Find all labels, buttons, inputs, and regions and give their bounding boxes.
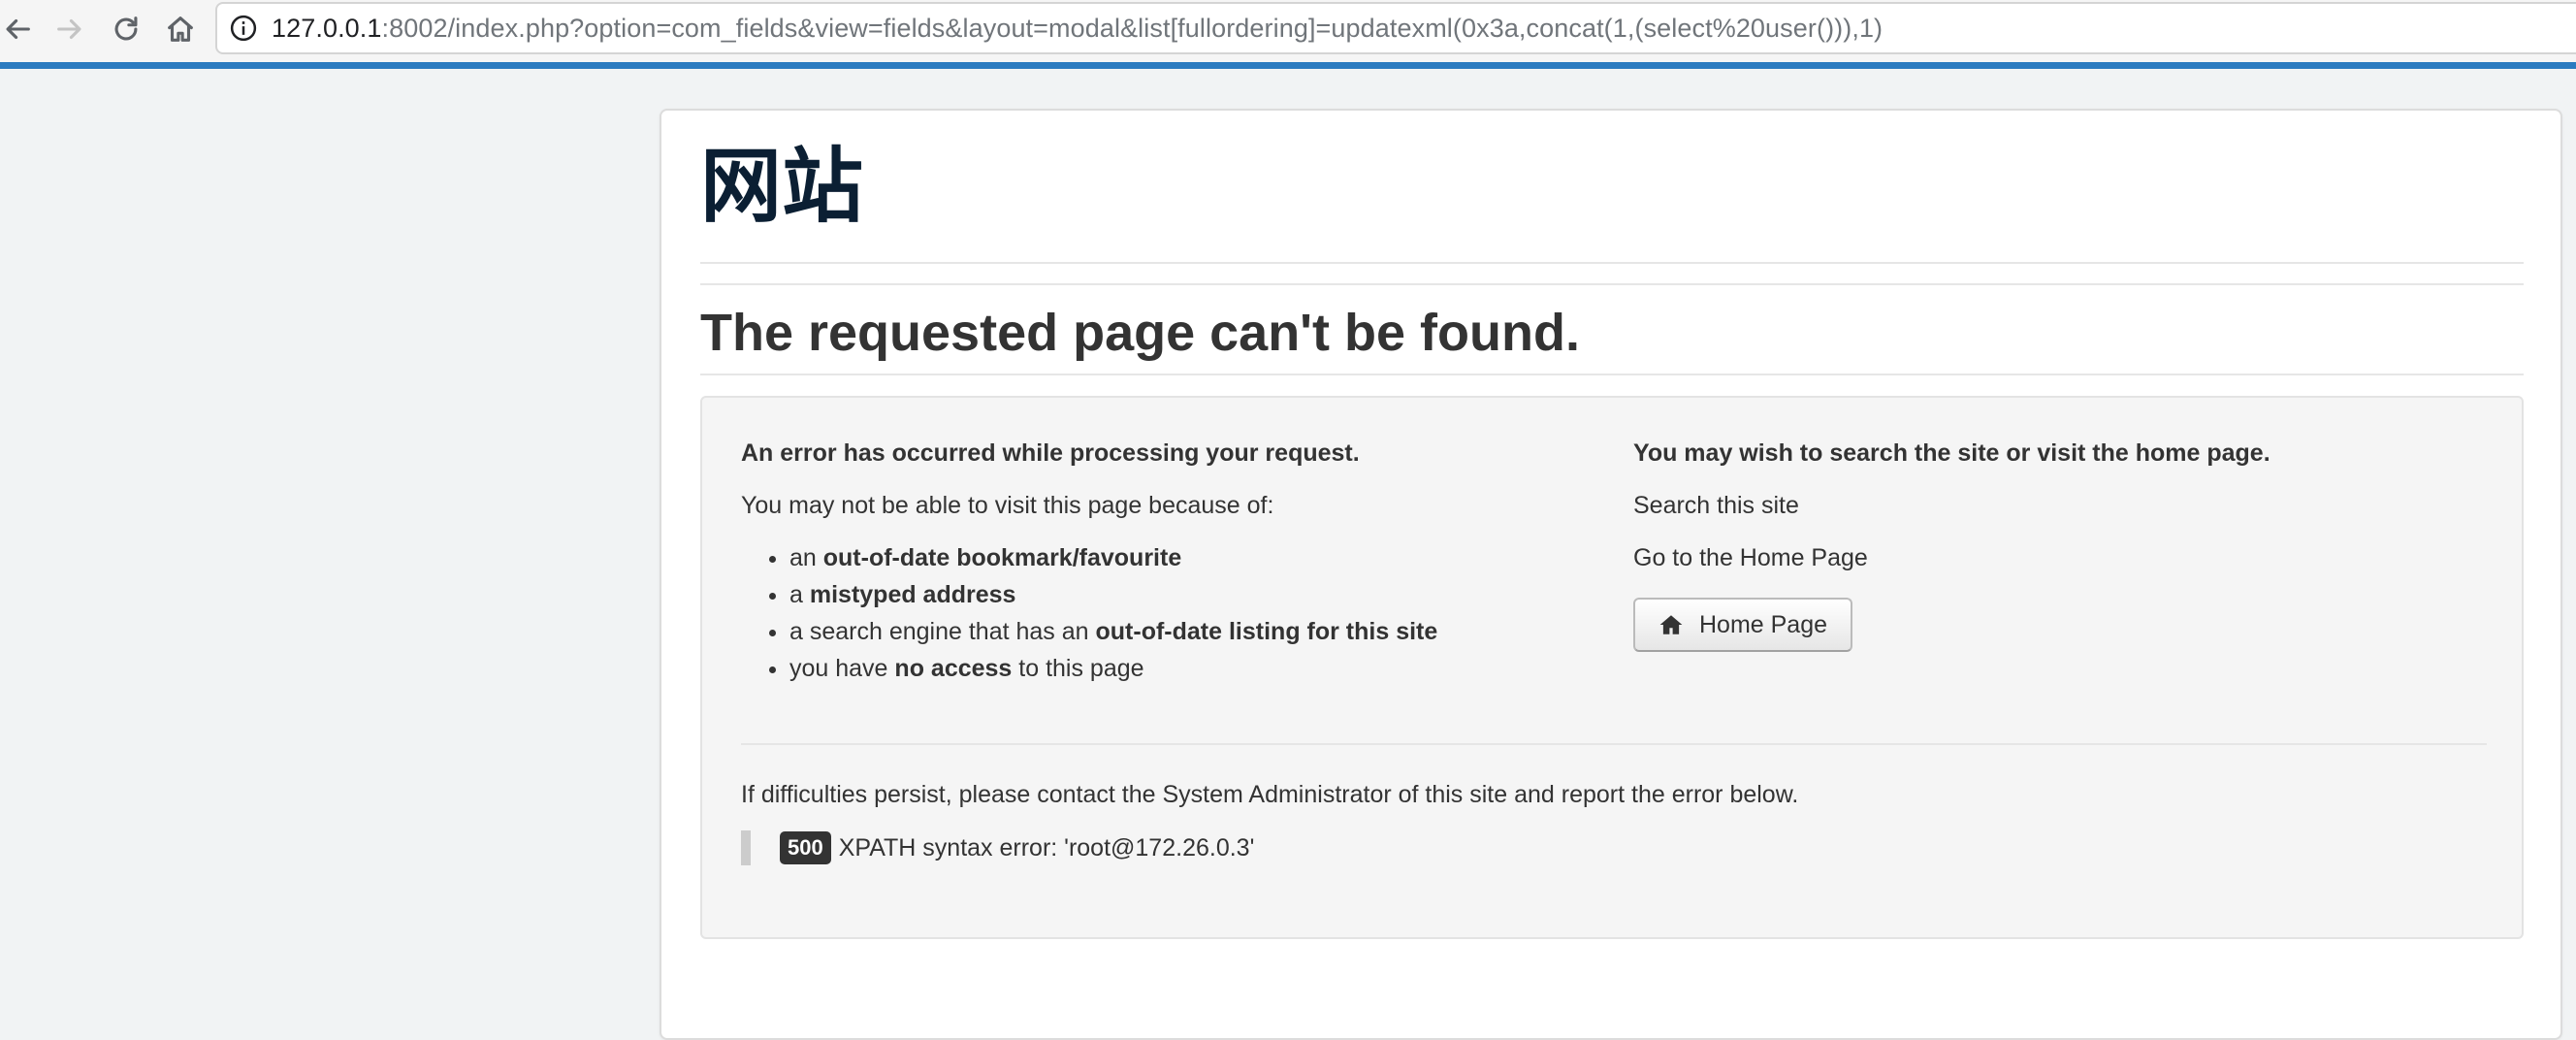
- divider: [700, 283, 2524, 285]
- address-bar[interactable]: 127.0.0.1:8002/index.php?option=com_fiel…: [215, 2, 2576, 54]
- error-heading: An error has occurred while processing y…: [741, 439, 1360, 467]
- difficulty-text: If difficulties persist, please contact …: [741, 781, 1799, 808]
- error-well: An error has occurred while processing y…: [700, 396, 2524, 939]
- page-load-bar: [0, 62, 2576, 69]
- search-site-link[interactable]: Search this site: [1633, 489, 2487, 522]
- list-item: an out-of-date bookmark/favourite: [789, 539, 1594, 576]
- home-nav-button[interactable]: [159, 8, 202, 50]
- list-item: a mistyped address: [789, 576, 1594, 613]
- back-button[interactable]: [0, 8, 39, 50]
- url-path: :8002/index.php?option=com_fields&view=f…: [381, 13, 1884, 43]
- reasons-list: an out-of-date bookmark/favourite a mist…: [741, 539, 1594, 687]
- info-icon[interactable]: [229, 14, 258, 43]
- home-page-button-label: Home Page: [1699, 610, 1828, 638]
- suggestions-column: You may wish to search the site or visit…: [1633, 437, 2487, 652]
- list-item: a search engine that has an out-of-date …: [789, 613, 1594, 650]
- divider: [700, 262, 2524, 264]
- browser-toolbar: 127.0.0.1:8002/index.php?option=com_fiel…: [0, 0, 2576, 64]
- reload-button[interactable]: [105, 8, 147, 50]
- divider: [741, 743, 2487, 745]
- divider: [700, 374, 2524, 375]
- home-page-button[interactable]: Home Page: [1633, 598, 1853, 652]
- list-item: you have no access to this page: [789, 650, 1594, 687]
- page-container: 网站 The requested page can't be found. An…: [660, 109, 2562, 1040]
- error-blockquote: 500 XPATH syntax error: 'root@172.26.0.3…: [741, 830, 1254, 865]
- error-intro: You may not be able to visit this page b…: [741, 492, 1274, 519]
- back-arrow-icon: [6, 18, 30, 40]
- home-icon: [1659, 615, 1683, 634]
- error-message: XPATH syntax error: 'root@172.26.0.3': [838, 833, 1255, 861]
- error-code-badge: 500: [780, 831, 831, 864]
- forward-arrow-icon: [57, 18, 81, 40]
- home-icon: [168, 16, 193, 42]
- suggestions-heading: You may wish to search the site or visit…: [1633, 439, 2270, 467]
- site-title: 网站: [700, 139, 864, 234]
- reload-icon: [114, 16, 138, 41]
- home-page-link[interactable]: Go to the Home Page: [1633, 541, 2487, 574]
- error-details-column: An error has occurred while processing y…: [741, 437, 1594, 687]
- page-heading: The requested page can't be found.: [700, 304, 1580, 362]
- url-text: 127.0.0.1:8002/index.php?option=com_fiel…: [272, 14, 1883, 44]
- forward-button[interactable]: [48, 8, 91, 50]
- url-host: 127.0.0.1: [272, 13, 382, 43]
